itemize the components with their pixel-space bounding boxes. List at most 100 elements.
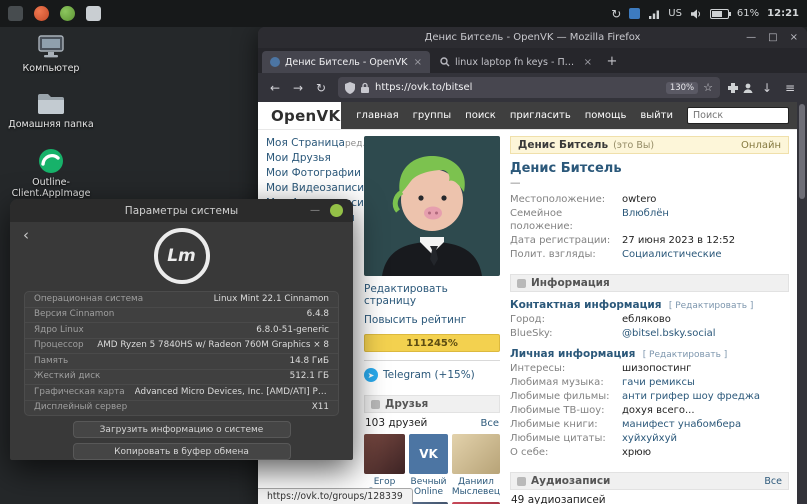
battery-icon[interactable] bbox=[710, 9, 729, 19]
minimize-button[interactable]: — bbox=[746, 32, 756, 43]
profile-left-column: Редактировать страницу Повысить рейтинг … bbox=[364, 136, 500, 504]
field-value: хрюю bbox=[622, 447, 651, 460]
tab-search-results[interactable]: linux laptop fn keys - Поиск × bbox=[432, 51, 600, 73]
field-value: шизопостинг bbox=[622, 363, 691, 376]
maximize-button[interactable]: □ bbox=[768, 32, 777, 43]
audios-all-link[interactable]: Все bbox=[764, 476, 782, 487]
lock-icon[interactable] bbox=[360, 82, 370, 94]
field-label: О себе: bbox=[510, 447, 622, 460]
friend-name[interactable]: Вечный Online bbox=[409, 477, 448, 497]
nav-groups[interactable]: группы bbox=[406, 110, 459, 121]
profile-avatar-image[interactable] bbox=[364, 136, 500, 276]
profile-name-bar: Денис Битсель (это Вы) Онлайн bbox=[510, 136, 789, 154]
field-value-link[interactable]: @bitsel.bsky.social bbox=[622, 328, 716, 341]
minimize-button[interactable]: — bbox=[310, 205, 320, 216]
info-value: X11 bbox=[312, 402, 329, 414]
sidebar-item-friends[interactable]: Мои Друзья bbox=[266, 151, 354, 166]
field-value-link[interactable]: манифест унабомбера bbox=[622, 419, 741, 432]
nav-search[interactable]: поиск bbox=[458, 110, 503, 121]
display-tray-icon[interactable] bbox=[629, 8, 640, 19]
raise-rating-link[interactable]: Повысить рейтинг bbox=[364, 314, 500, 326]
info-label: Жесткий диск bbox=[34, 371, 100, 383]
keyboard-layout-indicator[interactable]: US bbox=[668, 8, 682, 19]
friend-avatar[interactable] bbox=[364, 434, 405, 474]
settings-titlebar[interactable]: Параметры системы — bbox=[10, 199, 353, 222]
app-launcher-icon-3[interactable] bbox=[60, 6, 75, 21]
field-value-link[interactable]: Социалистические bbox=[622, 249, 722, 262]
friend-item[interactable]: Даниил Мыслевец bbox=[452, 434, 500, 497]
app-launcher-icon-4[interactable] bbox=[86, 6, 101, 21]
telegram-link[interactable]: Telegram (+15%) bbox=[383, 369, 475, 381]
desktop-icon-home-folder[interactable]: Домашняя папка bbox=[6, 92, 96, 130]
contact-edit-link[interactable]: [ Редактировать ] bbox=[669, 301, 754, 311]
field-label: Любимые фильмы: bbox=[510, 391, 622, 404]
reload-button[interactable]: ↻ bbox=[311, 81, 331, 95]
back-button[interactable]: ← bbox=[265, 81, 285, 95]
sidebar-edit-link[interactable]: ред. bbox=[345, 139, 365, 149]
friends-count-row: 103 друзей Все bbox=[364, 413, 500, 432]
tracking-shield-icon[interactable] bbox=[345, 82, 355, 94]
app-launcher-icon-2[interactable] bbox=[34, 6, 49, 21]
info-value: Linux Mint 22.1 Cinnamon bbox=[214, 294, 329, 306]
zoom-level-badge[interactable]: 130% bbox=[666, 82, 698, 94]
downloads-icon[interactable]: ↓ bbox=[757, 81, 777, 95]
menu-icon[interactable]: ≡ bbox=[780, 81, 800, 95]
sidebar-item-videos[interactable]: Мои Видеозаписи bbox=[266, 181, 354, 196]
friend-avatar[interactable]: VK bbox=[409, 434, 448, 474]
field-value-link[interactable]: хуйхуйхуй bbox=[622, 433, 677, 446]
nav-home[interactable]: главная bbox=[349, 110, 405, 121]
friends-all-link[interactable]: Все bbox=[480, 418, 499, 429]
desktop-icon-outline-client[interactable]: Outline-Client.AppImage bbox=[6, 148, 96, 199]
firefox-titlebar[interactable]: Денис Битсель - OpenVK — Mozilla Firefox… bbox=[258, 27, 807, 48]
close-button[interactable]: × bbox=[790, 32, 798, 43]
clock[interactable]: 12:21 bbox=[767, 8, 799, 19]
info-value: AMD Ryzen 5 7840HS w/ Radeon 760M Graphi… bbox=[97, 340, 329, 352]
tab-close-icon[interactable]: × bbox=[414, 57, 422, 68]
openvk-logo[interactable]: OpenVK bbox=[271, 107, 340, 125]
ovk-search-input[interactable] bbox=[687, 107, 789, 124]
app-launcher-icon-1[interactable] bbox=[8, 6, 23, 21]
system-info-row: Ядро Linux 6.8.0-51-generic bbox=[25, 323, 338, 339]
close-button[interactable] bbox=[330, 204, 343, 217]
sidebar-item-photos[interactable]: Мои Фотографии bbox=[266, 166, 354, 181]
bookmark-star-icon[interactable]: ☆ bbox=[703, 81, 713, 94]
field-label: Любимые цитаты: bbox=[510, 433, 622, 446]
personal-field-row: Любимые ТВ-шоу: дохуя всего... bbox=[510, 405, 789, 418]
nav-invite[interactable]: пригласить bbox=[503, 110, 578, 121]
system-info-row: Операционная система Linux Mint 22.1 Cin… bbox=[25, 292, 338, 308]
nav-logout[interactable]: выйти bbox=[633, 110, 680, 121]
field-value-link[interactable]: гачи ремиксы bbox=[622, 377, 695, 390]
copy-to-clipboard-button[interactable]: Копировать в буфер обмена bbox=[73, 443, 291, 460]
upload-system-info-button[interactable]: Загрузить информацию о системе bbox=[73, 421, 291, 438]
volume-tray-icon[interactable] bbox=[690, 8, 702, 20]
scrollbar[interactable] bbox=[797, 102, 807, 504]
edit-page-link[interactable]: Редактировать страницу bbox=[364, 283, 500, 307]
field-value-link[interactable]: анти грифер шоу фреджа bbox=[622, 391, 760, 404]
contact-info-header: Контактная информация [ Редактировать ] bbox=[510, 299, 789, 311]
new-tab-button[interactable]: + bbox=[602, 51, 622, 73]
friend-avatar[interactable] bbox=[452, 434, 500, 474]
extensions-icon[interactable] bbox=[727, 82, 739, 94]
account-icon[interactable] bbox=[742, 82, 754, 94]
audios-section-icon bbox=[517, 477, 526, 486]
desktop-icon-computer[interactable]: Компьютер bbox=[6, 34, 96, 74]
network-tray-icon[interactable] bbox=[648, 8, 660, 20]
personal-edit-link[interactable]: [ Редактировать ] bbox=[643, 350, 728, 360]
sidebar-item-my-page[interactable]: Моя Страница bbox=[266, 136, 345, 151]
nav-help[interactable]: помощь bbox=[578, 110, 634, 121]
tab-close-icon[interactable]: × bbox=[584, 57, 592, 68]
field-value-link[interactable]: Влюблён bbox=[622, 208, 669, 233]
tab-openvk-profile[interactable]: Денис Битсель - OpenVK × bbox=[262, 51, 430, 73]
info-label: Версия Cinnamon bbox=[34, 309, 114, 321]
scrollbar-thumb[interactable] bbox=[799, 104, 805, 199]
info-value: 512.1 ГБ bbox=[290, 371, 329, 383]
updates-tray-icon[interactable]: ↻ bbox=[611, 8, 621, 20]
url-bar[interactable]: https://ovk.to/bitsel 130% ☆ bbox=[338, 77, 720, 98]
profile-status[interactable]: — bbox=[510, 177, 789, 189]
info-label: Память bbox=[34, 356, 68, 368]
back-nav-button[interactable]: ‹ bbox=[23, 228, 29, 243]
friend-item[interactable]: VK Вечный Online bbox=[409, 434, 448, 497]
forward-button[interactable]: → bbox=[288, 81, 308, 95]
desktop-icon-label: Домашняя папка bbox=[8, 119, 93, 130]
friend-name[interactable]: Даниил Мыслевец bbox=[452, 477, 500, 497]
